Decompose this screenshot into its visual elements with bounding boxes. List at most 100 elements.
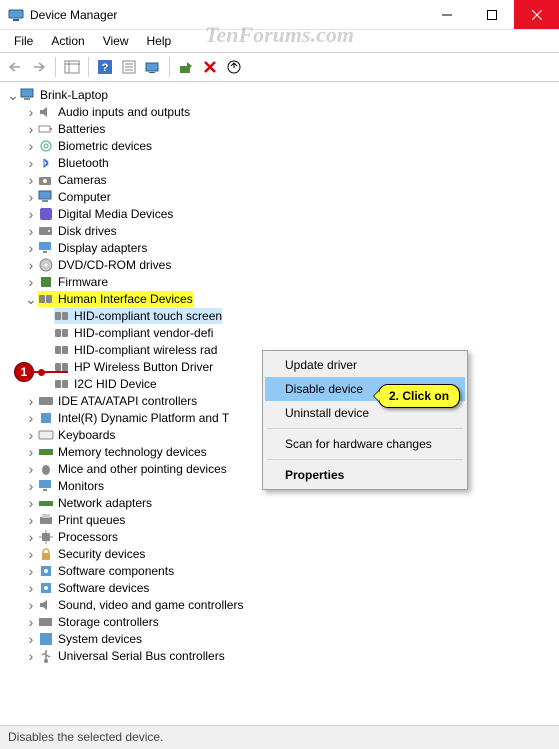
tree-category[interactable]: Disk drives: [2, 222, 557, 239]
battery-icon: [38, 121, 54, 137]
menu-help[interactable]: Help: [139, 32, 180, 50]
network-icon: [38, 495, 54, 511]
toolbar: ?: [0, 52, 559, 82]
expand-icon[interactable]: [24, 428, 38, 442]
media-icon: [38, 206, 54, 222]
show-hide-button[interactable]: [61, 56, 83, 78]
expand-icon[interactable]: [24, 530, 38, 544]
update-driver-button[interactable]: [142, 56, 164, 78]
expand-icon[interactable]: [24, 394, 38, 408]
close-button[interactable]: [514, 0, 559, 29]
expand-icon[interactable]: [24, 122, 38, 136]
back-button[interactable]: [4, 56, 26, 78]
help-button[interactable]: ?: [94, 56, 116, 78]
expand-icon[interactable]: [24, 479, 38, 493]
tree-label: Cameras: [58, 173, 107, 187]
tree-label: Security devices: [58, 547, 145, 561]
expand-icon[interactable]: [24, 224, 38, 238]
tree-label: Memory technology devices: [58, 445, 207, 459]
window-controls: [424, 0, 559, 29]
menu-action[interactable]: Action: [43, 32, 92, 50]
expand-icon[interactable]: [24, 615, 38, 629]
titlebar: Device Manager: [0, 0, 559, 30]
tree-category[interactable]: Display adapters: [2, 239, 557, 256]
tree-label: Firmware: [58, 275, 108, 289]
tree-label: Digital Media Devices: [58, 207, 173, 221]
tree-label: I2C HID Device: [74, 377, 157, 391]
tree-root[interactable]: Brink-Laptop: [2, 86, 557, 103]
tree-label: HID-compliant wireless rad: [74, 343, 217, 357]
uninstall-button[interactable]: [223, 56, 245, 78]
tree-label: HID-compliant vendor-defi: [74, 326, 213, 340]
cpu-icon: [38, 529, 54, 545]
tree-category[interactable]: Bluetooth: [2, 154, 557, 171]
expand-icon[interactable]: [24, 190, 38, 204]
ctx-properties[interactable]: Properties: [265, 463, 465, 487]
tree-label: HID-compliant touch screen: [74, 309, 222, 323]
properties-button[interactable]: [118, 56, 140, 78]
tree-label: DVD/CD-ROM drives: [58, 258, 171, 272]
expand-icon[interactable]: [24, 496, 38, 510]
forward-button[interactable]: [28, 56, 50, 78]
expand-icon[interactable]: [24, 513, 38, 527]
expand-icon[interactable]: [24, 547, 38, 561]
tree-category[interactable]: Batteries: [2, 120, 557, 137]
expand-icon[interactable]: [24, 292, 38, 306]
mouse-icon: [38, 461, 54, 477]
tree-category[interactable]: Network adapters: [2, 494, 557, 511]
expand-icon[interactable]: [24, 156, 38, 170]
tree-category-hid[interactable]: Human Interface Devices: [2, 290, 557, 307]
expand-icon[interactable]: [24, 462, 38, 476]
expand-icon[interactable]: [24, 105, 38, 119]
tree-device[interactable]: HID-compliant touch screen: [2, 307, 557, 324]
tree-label: Universal Serial Bus controllers: [58, 649, 225, 663]
expand-icon[interactable]: [24, 173, 38, 187]
expand-icon[interactable]: [24, 598, 38, 612]
tree-category[interactable]: Processors: [2, 528, 557, 545]
ctx-scan-hardware[interactable]: Scan for hardware changes: [265, 432, 465, 456]
tree-category[interactable]: Software components: [2, 562, 557, 579]
biometric-icon: [38, 138, 54, 154]
tree-category[interactable]: Storage controllers: [2, 613, 557, 630]
tree-label: Software components: [58, 564, 174, 578]
tree-label: Human Interface Devices: [58, 292, 193, 306]
tree-category[interactable]: Cameras: [2, 171, 557, 188]
expand-icon[interactable]: [24, 445, 38, 459]
expand-icon[interactable]: [6, 88, 20, 102]
usb-icon: [38, 648, 54, 664]
tree-category[interactable]: System devices: [2, 630, 557, 647]
expand-icon[interactable]: [24, 564, 38, 578]
tree-category[interactable]: Print queues: [2, 511, 557, 528]
expand-icon[interactable]: [24, 207, 38, 221]
expand-icon[interactable]: [24, 649, 38, 663]
tree-category[interactable]: Firmware: [2, 273, 557, 290]
tree-category[interactable]: Biometric devices: [2, 137, 557, 154]
tree-category[interactable]: DVD/CD-ROM drives: [2, 256, 557, 273]
tree-category[interactable]: Digital Media Devices: [2, 205, 557, 222]
tree-category[interactable]: Computer: [2, 188, 557, 205]
ctx-update-driver[interactable]: Update driver: [265, 353, 465, 377]
expand-icon[interactable]: [24, 241, 38, 255]
tree-category[interactable]: Software devices: [2, 579, 557, 596]
tree-label: Batteries: [58, 122, 105, 136]
expand-icon[interactable]: [24, 411, 38, 425]
maximize-button[interactable]: [469, 0, 514, 29]
menu-file[interactable]: File: [6, 32, 41, 50]
disable-button[interactable]: [199, 56, 221, 78]
tree-category[interactable]: Universal Serial Bus controllers: [2, 647, 557, 664]
expand-icon[interactable]: [24, 632, 38, 646]
tree-device[interactable]: HID-compliant vendor-defi: [2, 324, 557, 341]
minimize-button[interactable]: [424, 0, 469, 29]
expand-icon[interactable]: [24, 139, 38, 153]
storage-icon: [38, 614, 54, 630]
enable-button[interactable]: [175, 56, 197, 78]
tree-category[interactable]: Audio inputs and outputs: [2, 103, 557, 120]
tree-label: Storage controllers: [58, 615, 159, 629]
expand-icon[interactable]: [24, 258, 38, 272]
expand-icon[interactable]: [24, 275, 38, 289]
tree-label: Print queues: [58, 513, 125, 527]
expand-icon[interactable]: [24, 581, 38, 595]
menu-view[interactable]: View: [95, 32, 137, 50]
tree-category[interactable]: Security devices: [2, 545, 557, 562]
tree-category[interactable]: Sound, video and game controllers: [2, 596, 557, 613]
